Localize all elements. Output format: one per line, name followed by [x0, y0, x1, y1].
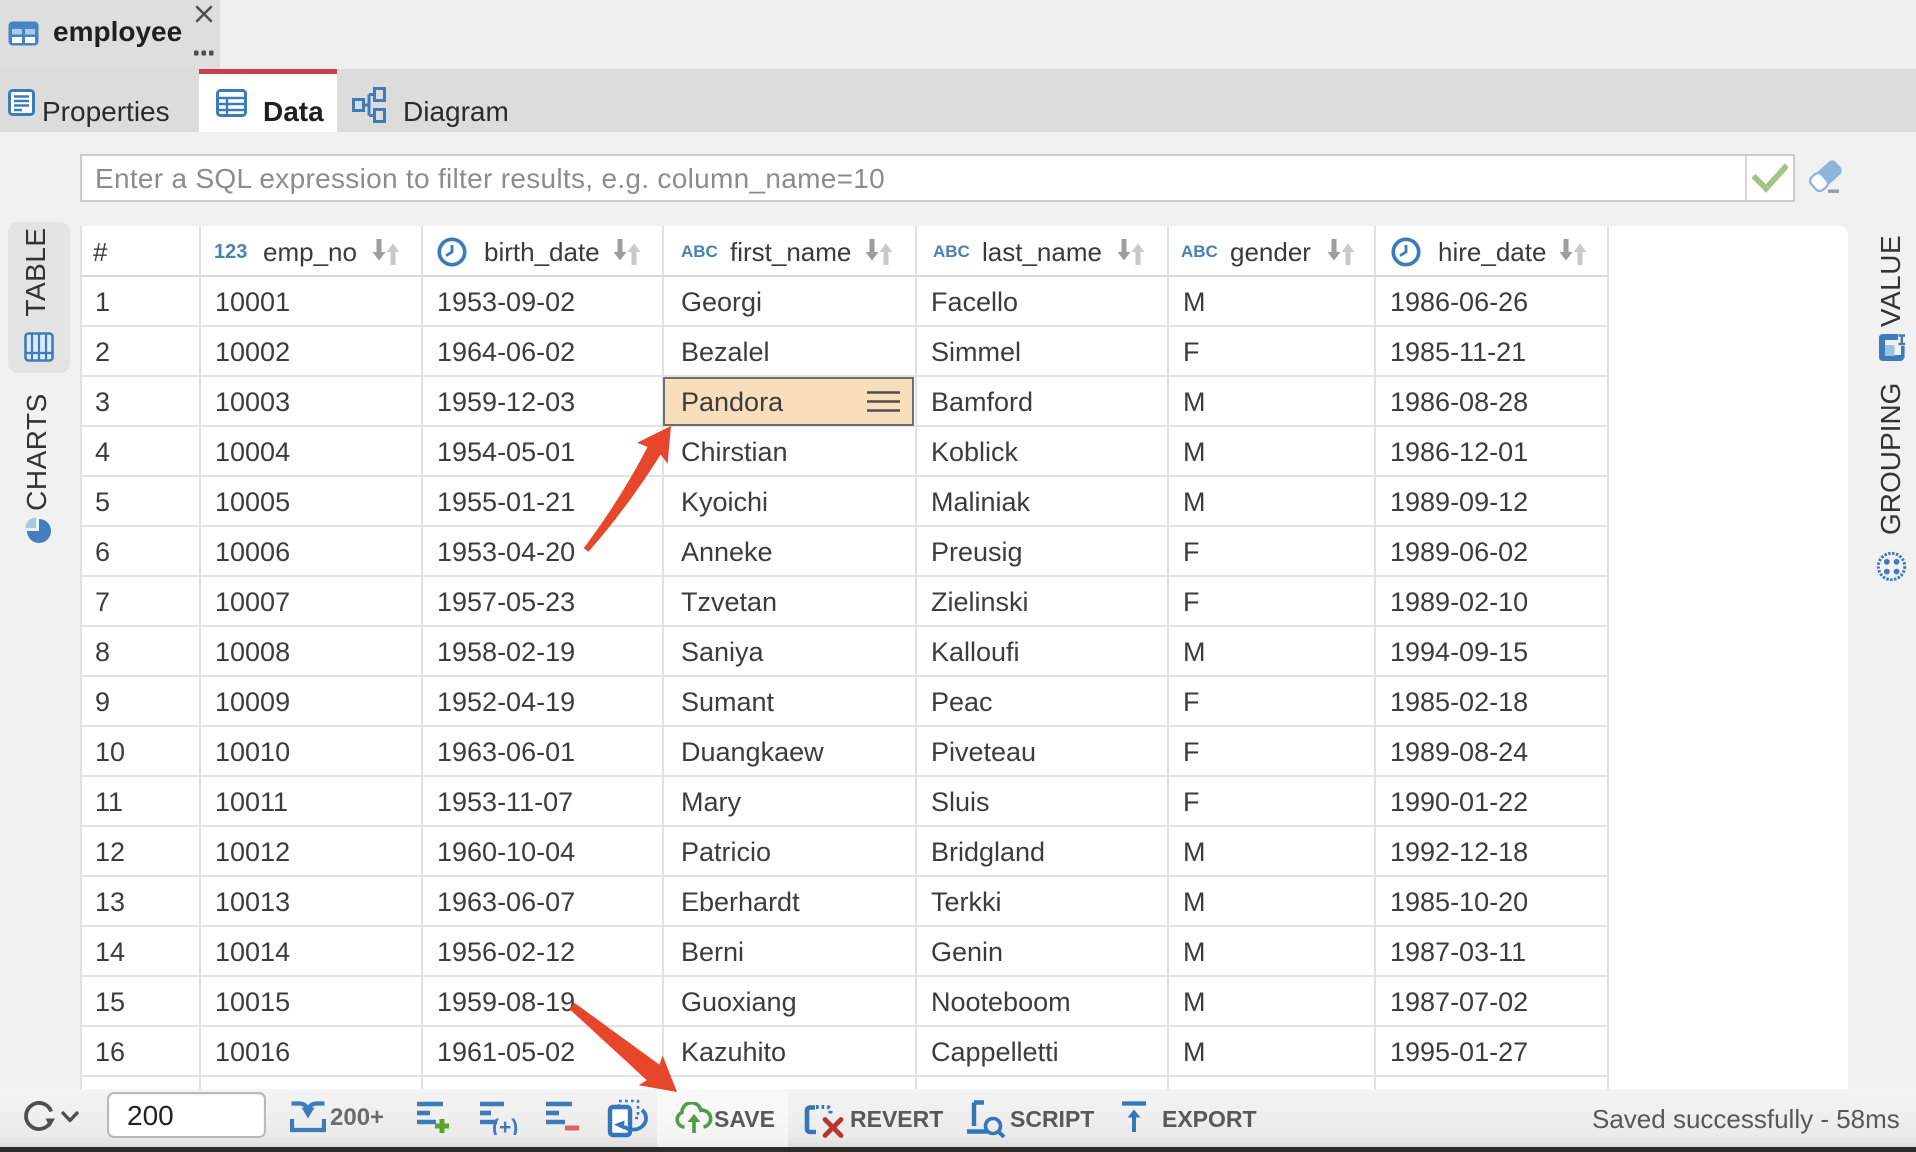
svg-text:(+): (+) [492, 1116, 518, 1135]
